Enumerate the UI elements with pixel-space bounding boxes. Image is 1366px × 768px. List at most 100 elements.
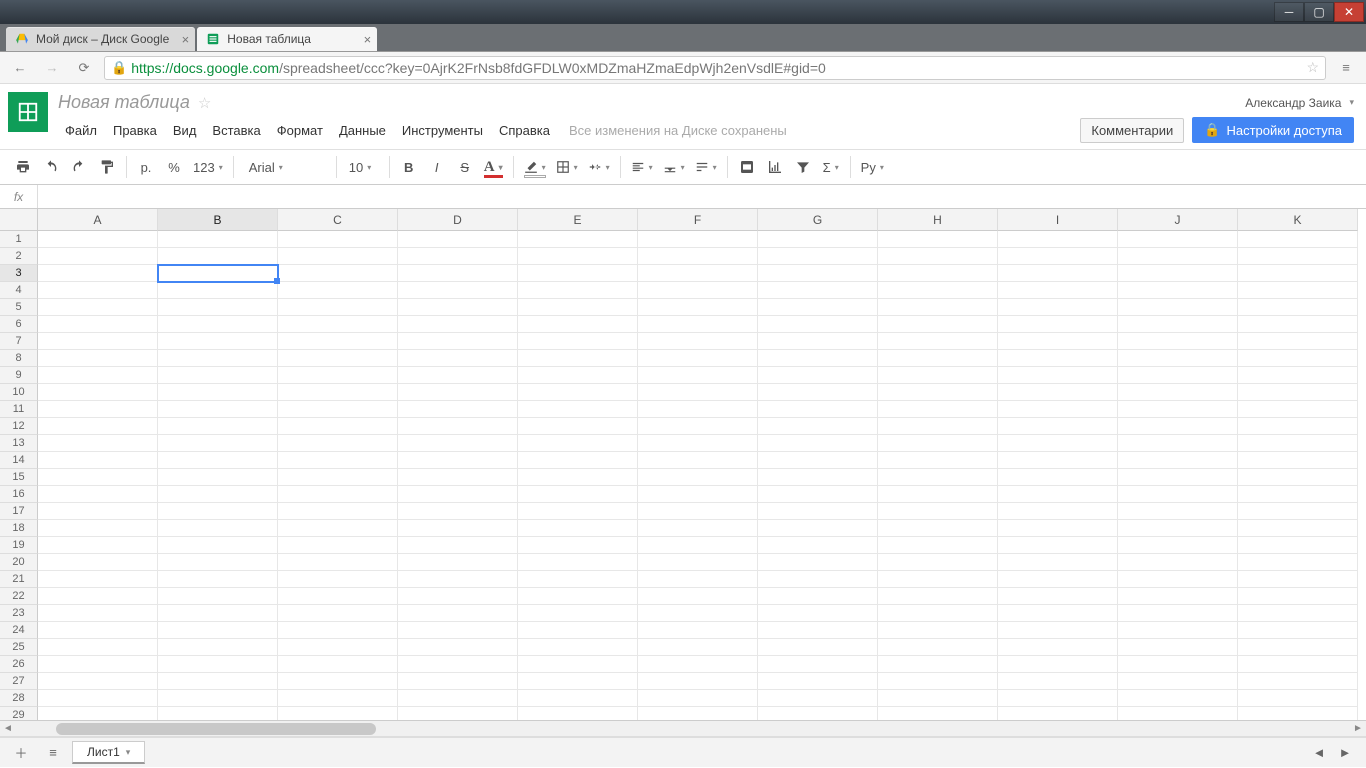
cell[interactable] xyxy=(638,690,758,707)
cell[interactable] xyxy=(158,639,278,656)
cell[interactable] xyxy=(398,367,518,384)
cell[interactable] xyxy=(158,554,278,571)
forward-button[interactable]: → xyxy=(40,56,64,80)
font-size-select[interactable]: 10 xyxy=(343,154,383,180)
back-button[interactable]: ← xyxy=(8,56,32,80)
cell[interactable] xyxy=(278,418,398,435)
cell[interactable] xyxy=(1118,248,1238,265)
cell[interactable] xyxy=(518,401,638,418)
cell[interactable] xyxy=(38,486,158,503)
cell[interactable] xyxy=(638,503,758,520)
column-header[interactable]: B xyxy=(158,209,278,231)
cell[interactable] xyxy=(758,707,878,721)
cell[interactable] xyxy=(518,520,638,537)
cell[interactable] xyxy=(878,333,998,350)
cell[interactable] xyxy=(758,350,878,367)
cell[interactable] xyxy=(878,554,998,571)
cell[interactable] xyxy=(758,452,878,469)
column-header[interactable]: F xyxy=(638,209,758,231)
row-header[interactable]: 9 xyxy=(0,367,38,384)
cell[interactable] xyxy=(158,469,278,486)
cell[interactable] xyxy=(398,673,518,690)
browser-tab-drive[interactable]: Мой диск – Диск Google × xyxy=(6,27,195,51)
cell[interactable] xyxy=(398,690,518,707)
row-header[interactable]: 26 xyxy=(0,656,38,673)
cell[interactable] xyxy=(998,248,1118,265)
cell[interactable] xyxy=(158,537,278,554)
cell[interactable] xyxy=(1118,605,1238,622)
cell[interactable] xyxy=(1118,690,1238,707)
cell[interactable] xyxy=(398,588,518,605)
cell[interactable] xyxy=(278,265,398,282)
cell[interactable] xyxy=(758,571,878,588)
cell[interactable] xyxy=(398,520,518,537)
cell[interactable] xyxy=(758,622,878,639)
cell[interactable] xyxy=(518,367,638,384)
cell[interactable] xyxy=(638,316,758,333)
cell[interactable] xyxy=(278,639,398,656)
cell[interactable] xyxy=(1238,401,1358,418)
row-header[interactable]: 28 xyxy=(0,690,38,707)
cell[interactable] xyxy=(638,571,758,588)
menu-format[interactable]: Формат xyxy=(270,120,330,141)
formula-input[interactable] xyxy=(38,185,1366,208)
cell[interactable] xyxy=(638,282,758,299)
insert-chart-button[interactable] xyxy=(762,154,788,180)
cell[interactable] xyxy=(38,707,158,721)
cell[interactable] xyxy=(758,265,878,282)
cell[interactable] xyxy=(638,333,758,350)
cell[interactable] xyxy=(1118,333,1238,350)
cell[interactable] xyxy=(158,503,278,520)
cell[interactable] xyxy=(38,316,158,333)
cell[interactable] xyxy=(638,384,758,401)
cell[interactable] xyxy=(1238,452,1358,469)
cell[interactable] xyxy=(278,588,398,605)
cell[interactable] xyxy=(638,469,758,486)
cell[interactable] xyxy=(158,435,278,452)
cell[interactable] xyxy=(278,384,398,401)
cell[interactable] xyxy=(878,418,998,435)
cell[interactable] xyxy=(638,265,758,282)
cell[interactable] xyxy=(518,282,638,299)
cell[interactable] xyxy=(1238,299,1358,316)
cell[interactable] xyxy=(758,673,878,690)
menu-insert[interactable]: Вставка xyxy=(205,120,267,141)
cell[interactable] xyxy=(38,520,158,537)
cell[interactable] xyxy=(878,231,998,248)
row-header[interactable]: 13 xyxy=(0,435,38,452)
cell[interactable] xyxy=(398,282,518,299)
row-header[interactable]: 16 xyxy=(0,486,38,503)
cell[interactable] xyxy=(878,452,998,469)
insert-link-button[interactable] xyxy=(734,154,760,180)
cell[interactable] xyxy=(518,316,638,333)
cell[interactable] xyxy=(998,316,1118,333)
cell[interactable] xyxy=(1118,537,1238,554)
cell[interactable] xyxy=(398,656,518,673)
window-close-button[interactable]: ✕ xyxy=(1334,2,1364,22)
menu-edit[interactable]: Правка xyxy=(106,120,164,141)
cell[interactable] xyxy=(518,673,638,690)
cell[interactable] xyxy=(638,452,758,469)
cell[interactable] xyxy=(1238,486,1358,503)
cell[interactable] xyxy=(38,384,158,401)
cell[interactable] xyxy=(878,622,998,639)
cell[interactable] xyxy=(878,486,998,503)
cell[interactable] xyxy=(398,469,518,486)
cell[interactable] xyxy=(1118,588,1238,605)
row-header[interactable]: 1 xyxy=(0,231,38,248)
cell[interactable] xyxy=(998,622,1118,639)
row-header[interactable]: 12 xyxy=(0,418,38,435)
column-header[interactable]: E xyxy=(518,209,638,231)
cell[interactable] xyxy=(878,282,998,299)
cell[interactable] xyxy=(518,435,638,452)
cell[interactable] xyxy=(518,452,638,469)
cell[interactable] xyxy=(158,265,278,282)
cell[interactable] xyxy=(638,537,758,554)
cell[interactable] xyxy=(758,299,878,316)
cell[interactable] xyxy=(398,435,518,452)
cell[interactable] xyxy=(1118,265,1238,282)
cell[interactable] xyxy=(398,299,518,316)
cell[interactable] xyxy=(878,707,998,721)
cell[interactable] xyxy=(758,282,878,299)
cell[interactable] xyxy=(518,486,638,503)
